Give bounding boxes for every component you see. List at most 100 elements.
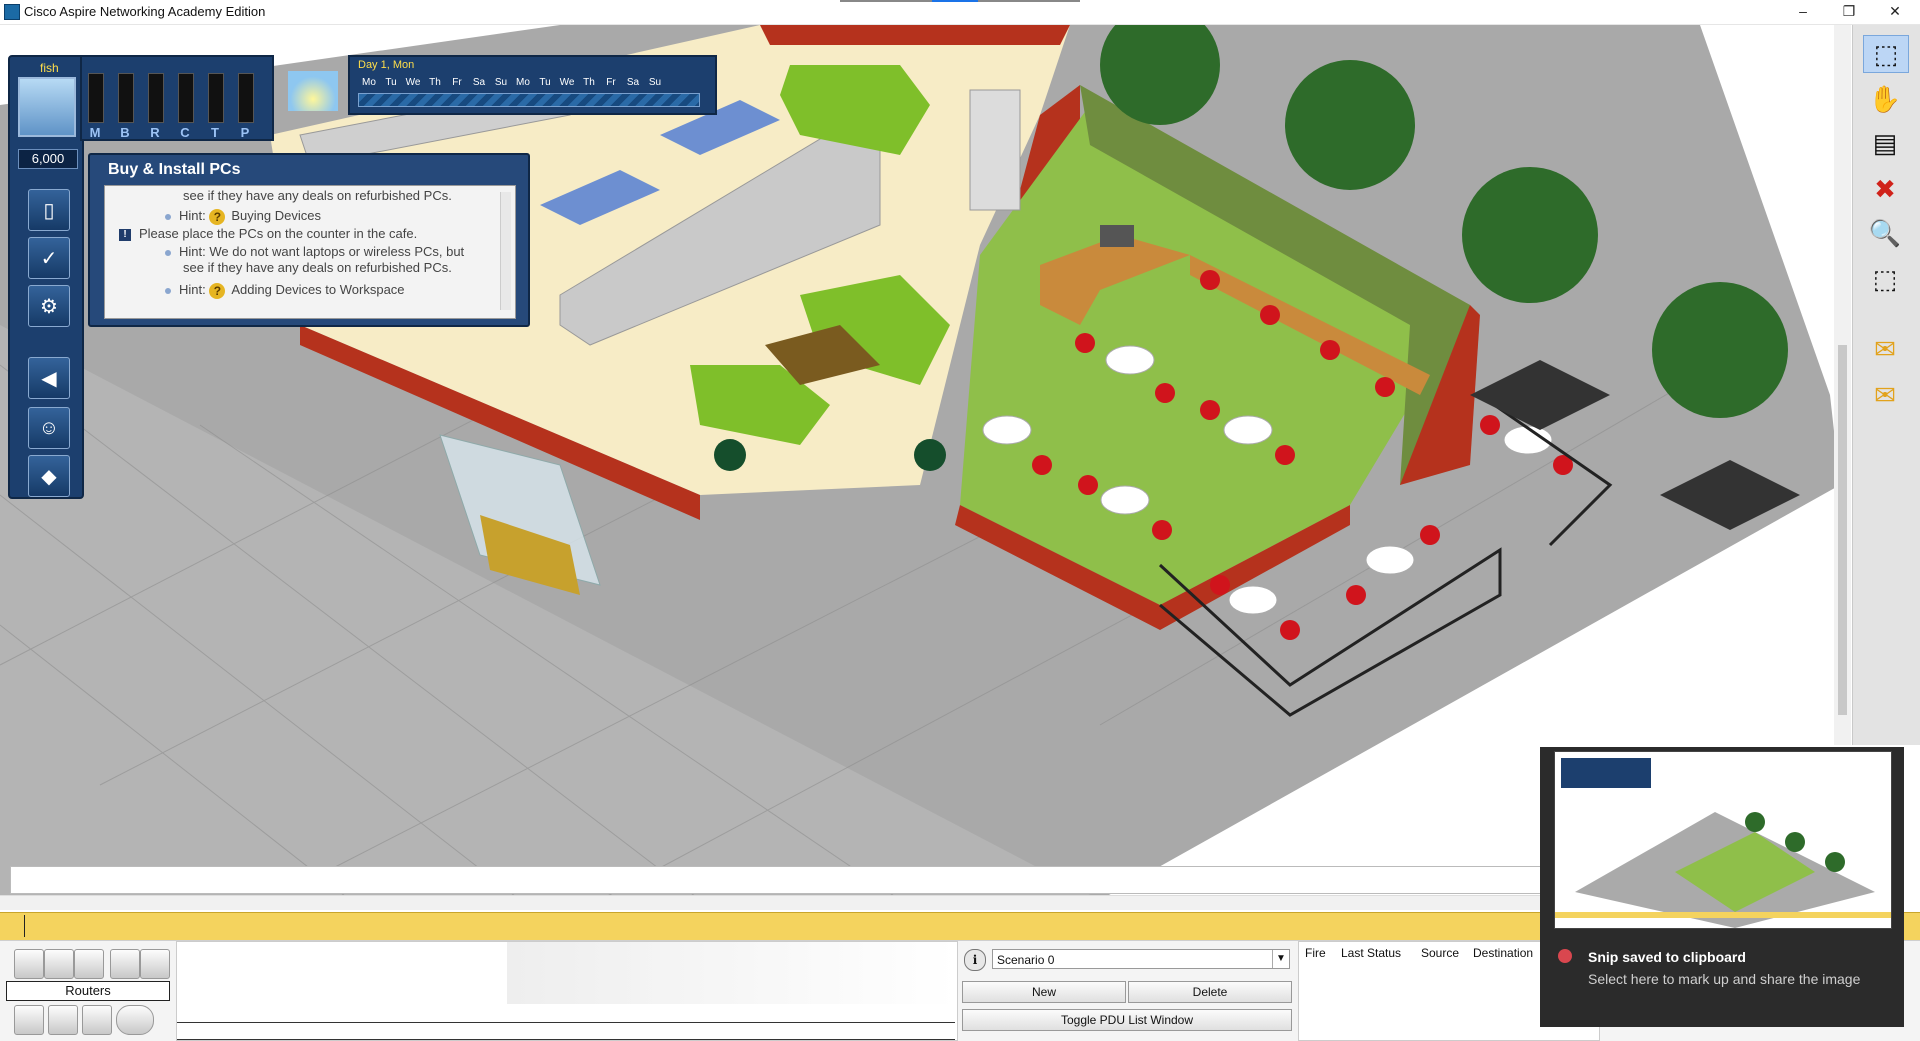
weekday: Th — [583, 77, 595, 88]
pda-icon[interactable]: ▯ — [28, 189, 70, 231]
scroll-thumb[interactable] — [1838, 345, 1847, 715]
note-icon[interactable]: ▤ — [1863, 125, 1907, 161]
snip-notification[interactable]: Snip saved to clipboard Select here to m… — [1540, 747, 1904, 1027]
cash-register — [1100, 225, 1134, 247]
map-icon[interactable]: ◆ — [28, 455, 70, 497]
weekday: Th — [429, 77, 441, 88]
cloud-icon[interactable] — [116, 1005, 154, 1035]
vertical-scrollbar[interactable] — [1834, 25, 1851, 745]
stat-bar — [88, 73, 104, 123]
restore-button[interactable]: ❐ — [1826, 0, 1872, 24]
hint-link-adding-devices[interactable]: Adding Devices to Workspace — [231, 282, 404, 297]
network-devices-icon[interactable] — [14, 949, 44, 979]
gear-icon[interactable]: ⚙ — [28, 285, 70, 327]
weekday: Tu — [385, 77, 397, 88]
player-name: fish — [40, 61, 59, 75]
toggle-pdu-list-button[interactable]: Toggle PDU List Window — [962, 1009, 1292, 1031]
switch-icon[interactable] — [48, 1005, 78, 1035]
components-icon[interactable] — [74, 949, 104, 979]
scenario-value: Scenario 0 — [997, 953, 1055, 967]
stat-letter: T — [211, 125, 219, 140]
hand-icon[interactable]: ✋ — [1863, 81, 1907, 117]
weekday: Tu — [539, 77, 551, 88]
hint-line: Hint: We do not want laptops or wireless… — [165, 244, 464, 259]
stat-letter: C — [180, 125, 190, 140]
atm — [969, 89, 1021, 211]
select-icon[interactable]: ⬚ — [1863, 35, 1909, 73]
avatar[interactable] — [18, 77, 76, 137]
snip-thumbnail[interactable] — [1554, 751, 1892, 929]
back-arrow-icon[interactable]: ◀ — [28, 357, 70, 399]
horizontal-scrollbar[interactable] — [0, 895, 1540, 910]
weekday: We — [405, 77, 421, 88]
bullet-icon — [165, 287, 171, 294]
hint-instruction: Please place the PCs on the counter in t… — [139, 226, 418, 241]
device-list[interactable] — [176, 941, 958, 1041]
resize-icon[interactable]: ⬚ — [1863, 261, 1907, 297]
day-timeline[interactable] — [358, 93, 700, 107]
weekday: Mo — [362, 77, 376, 88]
contact-icon[interactable]: ☺ — [28, 407, 70, 449]
checklist-icon[interactable]: ✓ — [28, 237, 70, 279]
stat-bar — [238, 73, 254, 123]
connections-icon[interactable] — [110, 949, 140, 979]
scenario-select[interactable]: Scenario 0 ▼ — [992, 949, 1290, 969]
add-simple-pdu-icon[interactable]: ✉ — [1863, 331, 1907, 367]
stat-bar — [148, 73, 164, 123]
help-icon[interactable]: ? — [209, 282, 226, 299]
snip-icon — [1558, 949, 1572, 963]
minimize-button[interactable]: – — [1780, 0, 1826, 24]
plant-2 — [914, 439, 946, 471]
stat-letter: P — [240, 125, 250, 140]
help-icon[interactable]: ? — [209, 208, 226, 225]
hint-line: Hint: ? Buying Devices — [165, 208, 321, 225]
plant-1 — [714, 439, 746, 471]
title-bar: Cisco Aspire Networking Academy Edition … — [0, 0, 1920, 25]
device-category-label: Routers — [6, 981, 170, 1001]
end-devices-icon[interactable] — [44, 949, 74, 979]
scenario-panel: i Scenario 0 ▼ New Delete Toggle PDU List… — [962, 947, 1292, 1039]
hint-link-buying-devices[interactable]: Buying Devices — [231, 208, 321, 223]
add-complex-pdu-icon[interactable]: ✉ — [1863, 377, 1907, 413]
back-wall — [760, 25, 1070, 45]
info-icon: ! — [119, 228, 131, 241]
weekday-row: Mo Tu We Th Fr Sa Su Mo Tu We Th Fr Sa Su — [358, 77, 666, 88]
weekday: Fr — [606, 77, 616, 88]
app-icon — [4, 4, 20, 20]
hint-label: Hint: — [179, 282, 206, 297]
toast-title: Snip saved to clipboard — [1588, 949, 1746, 965]
hint-label: Hint: — [179, 208, 206, 223]
inspect-icon[interactable]: 🔍 — [1863, 215, 1907, 251]
column-header: Destination — [1473, 946, 1534, 960]
stat-bar — [118, 73, 134, 123]
misc-icon[interactable] — [140, 949, 170, 979]
column-header: Last Status — [1341, 946, 1402, 960]
skill-stats: M B R C T P — [80, 55, 274, 141]
router-icon[interactable] — [14, 1005, 44, 1035]
toast-body: Select here to mark up and share the ima… — [1588, 971, 1861, 987]
weekday: Su — [648, 77, 662, 88]
window-title: Cisco Aspire Networking Academy Edition — [24, 4, 266, 19]
info-icon[interactable]: i — [964, 949, 986, 971]
close-button[interactable]: ✕ — [1872, 0, 1918, 24]
tools-icon[interactable] — [82, 1005, 112, 1035]
new-scenario-button[interactable]: New — [962, 981, 1126, 1003]
money-counter: 6,000 — [18, 149, 78, 169]
weekday: Fr — [452, 77, 462, 88]
stat-letter: B — [120, 125, 130, 140]
hint-panel-body[interactable]: see if they have any deals on refurbishe… — [104, 185, 516, 319]
stat-bar — [208, 73, 224, 123]
chevron-down-icon[interactable]: ▼ — [1272, 950, 1289, 968]
hint-scrollbar[interactable] — [500, 192, 511, 310]
column-header: Source — [1421, 946, 1460, 960]
hint-line: see if they have any deals on refurbishe… — [183, 260, 452, 275]
hint-line: see if they have any deals on refurbishe… — [183, 188, 452, 203]
hud-left-panel: fish 6,000 ▯ ✓ ⚙ ◀ ☺ ◆ — [8, 55, 84, 499]
delete-scenario-button[interactable]: Delete — [1128, 981, 1292, 1003]
delete-icon[interactable]: ✖ — [1863, 171, 1907, 207]
stat-letter: M — [89, 125, 101, 140]
weekday: Su — [494, 77, 508, 88]
sun-icon — [288, 71, 338, 111]
command-line[interactable] — [10, 866, 1542, 894]
device-scrollbar[interactable] — [177, 1022, 955, 1040]
